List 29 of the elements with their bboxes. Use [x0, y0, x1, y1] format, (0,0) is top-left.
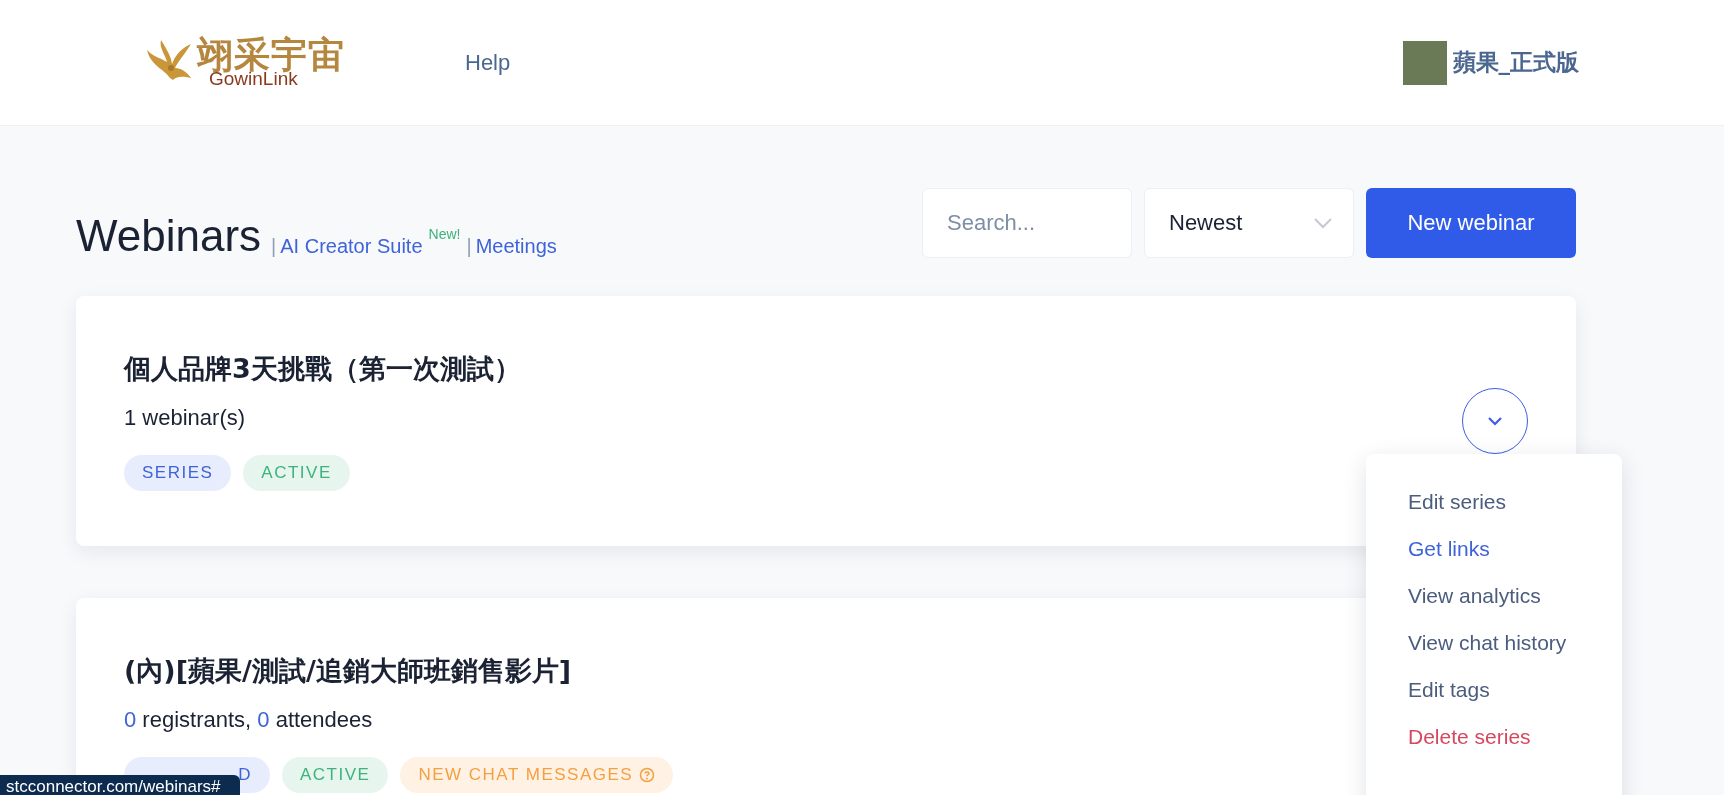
avatar-photo-placeholder	[1402, 40, 1447, 85]
menu-item[interactable]: Get links	[1408, 525, 1622, 572]
menu-item[interactable]: View analytics	[1408, 572, 1622, 619]
user-name[interactable]: 蘋果_正式版	[1452, 47, 1579, 78]
status-tag: NEW CHAT MESSAGES	[400, 757, 674, 793]
chevron-down-icon	[1487, 416, 1503, 426]
card-summary: 1 webinar(s)	[124, 405, 247, 431]
menu-item[interactable]: Edit tags	[1408, 666, 1622, 713]
status-tag: ACTIVE	[243, 455, 350, 491]
card-summary: 0 registrants, 0 attendees	[124, 707, 374, 733]
card-title[interactable]: 個人品牌3天挑戰（第一次測試）	[124, 351, 1462, 387]
menu-item[interactable]: Delete series	[1408, 713, 1622, 760]
page-title: Webinars	[76, 214, 262, 258]
help-link[interactable]: Help	[465, 49, 511, 76]
separator: |	[271, 235, 277, 258]
menu-item[interactable]: View chat history	[1408, 619, 1622, 666]
nav-link[interactable]: AI Creator Suite	[280, 235, 423, 258]
chevron-down-icon	[1313, 217, 1333, 229]
search-field[interactable]: Search...	[922, 188, 1132, 258]
new-webinar-button[interactable]: New webinar	[1366, 188, 1576, 258]
status-bar-url: stcconnector.com/webinars#	[0, 775, 240, 795]
nav-link[interactable]: Meetings	[475, 235, 557, 258]
separator: |	[466, 235, 472, 258]
help-icon	[639, 767, 656, 783]
status-tag: SERIES	[124, 455, 232, 491]
menu-item[interactable]: Edit series	[1408, 478, 1622, 525]
sort-dropdown[interactable]: Newest	[1144, 188, 1354, 258]
new-label: New!	[428, 226, 461, 242]
status-tag: ACTIVE	[282, 757, 389, 793]
